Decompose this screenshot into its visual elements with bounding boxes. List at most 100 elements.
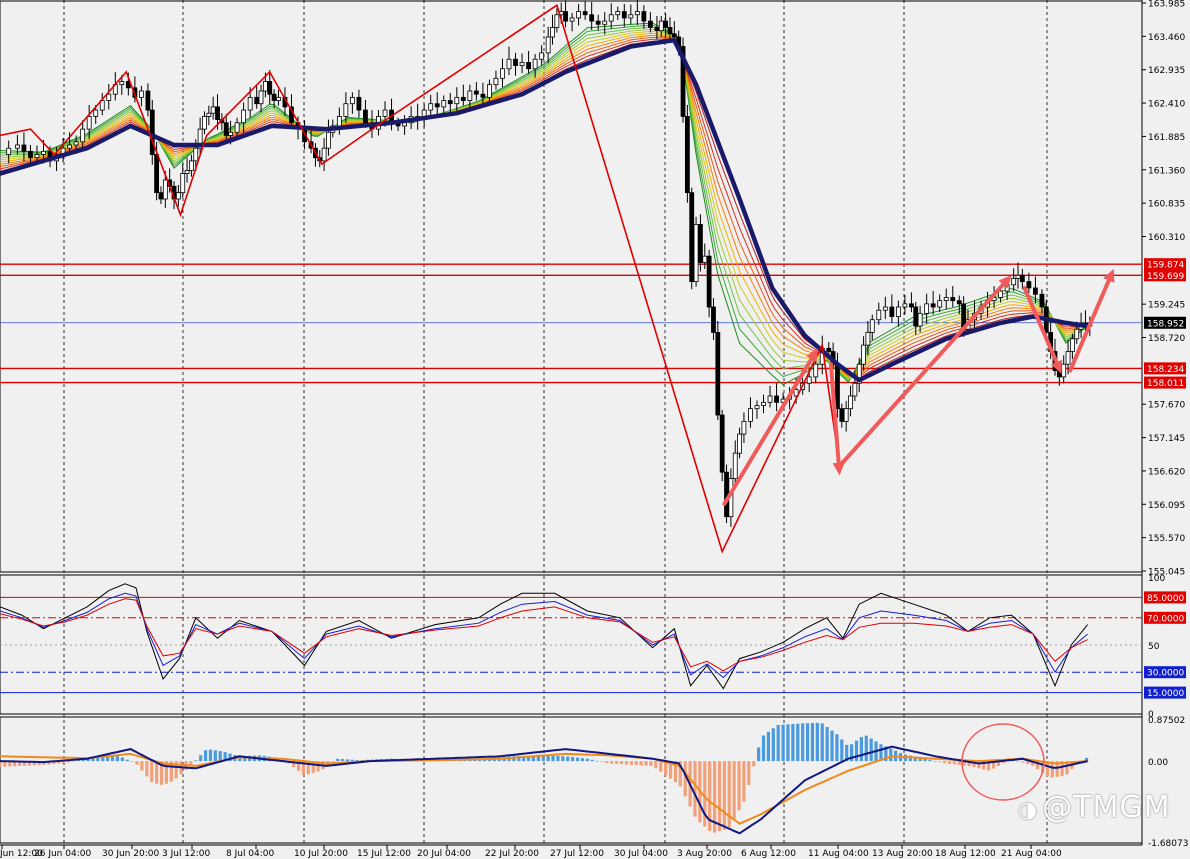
candle [602,20,608,25]
candle [711,306,716,333]
candle [1061,363,1067,378]
macd-bar [928,759,932,762]
macd-bar [218,751,222,762]
osc-tick-label: 100 [1148,574,1165,584]
candle [234,122,240,133]
candle [715,332,721,416]
price-tick-label: 161.360 [1148,166,1185,176]
candle [545,36,551,54]
candle [441,100,447,108]
candle [454,96,460,105]
candle [641,11,647,22]
macd-bar [854,740,859,762]
candle [569,17,575,22]
candle [937,300,943,308]
candle [774,395,779,403]
candle [28,150,33,159]
osc-level-label: 15.0000 [1147,689,1184,699]
macd-bar [654,761,658,769]
candle [732,452,738,479]
candle [693,224,699,282]
price-tick-label: 157.145 [1148,434,1185,444]
chart-root: 163.985 163.460 162.935 162.410 161.885 161.3… [0,0,1190,859]
macd-bar [942,761,947,764]
macd-bar [610,761,614,764]
candle [460,96,466,101]
price-tick-label: 156.620 [1148,467,1185,477]
candle [1074,328,1080,340]
time-label: 20 Jul 04:00 [417,849,471,859]
macd-bar [938,761,942,763]
candle [589,14,595,22]
candle [852,382,858,397]
candle [663,20,669,28]
candle [336,116,342,127]
macd-bar [639,761,643,766]
macd-bar [644,761,648,766]
macd-bar [761,735,766,762]
candle [658,20,664,32]
candle [447,100,453,105]
macd-bar [350,759,354,762]
macd-bar [331,761,335,762]
macd-bar [825,727,829,762]
price-tick-label: 155.570 [1148,534,1185,544]
candle [930,303,936,308]
candle [913,306,919,327]
candle [86,116,92,130]
macd-bar [634,761,638,766]
candle [215,106,220,120]
candle [480,93,486,98]
macd-tick-label: 0.00 [1148,758,1168,768]
candle [356,96,362,111]
candle [382,109,388,117]
candle [539,52,545,60]
level-badge-label: 158.011 [1147,379,1184,389]
candle [276,96,281,101]
macd-bar [213,750,217,762]
price-tick-label: 158.720 [1148,334,1185,344]
candle [689,192,695,282]
candle [193,147,199,162]
macd-bar [869,738,873,762]
macd-bar [125,759,129,762]
macd-bar [1016,760,1020,762]
time-label: 30 Jul 04:00 [614,849,668,859]
macd-bar [732,761,736,819]
macd-bar [155,761,159,784]
macd-bar [786,724,790,762]
macd-bar [120,757,124,762]
macd-bar [717,761,722,832]
brand-icon: ◑ [1018,798,1039,823]
candle [943,297,949,302]
candle [1015,274,1021,279]
macd-bar [1021,761,1025,763]
level-badge-label: 159.874 [1147,261,1184,271]
macd-bar [135,761,139,765]
candle [924,303,930,314]
macd-bar [585,758,589,762]
candle [563,11,568,22]
candle [861,344,866,365]
candle [493,77,499,86]
macd-bar [864,735,868,762]
candle [363,109,368,124]
macd-bar [835,734,839,762]
candle [513,58,518,66]
candle [608,14,614,22]
macd-bar [933,760,937,762]
time-label: 18 Aug 12:00 [935,849,996,859]
candle [754,405,760,410]
candle [1011,278,1017,286]
level-badge-label: 158.234 [1147,365,1184,375]
candle [876,309,882,321]
candle [1065,351,1071,365]
candle [848,395,853,410]
price-tick-label: 157.670 [1148,401,1185,411]
candle [202,116,207,130]
macd-bar [781,724,785,762]
time-label: 22 Jul 20:00 [485,849,539,859]
candle [434,103,440,108]
candle [956,300,962,305]
candle [667,27,673,35]
